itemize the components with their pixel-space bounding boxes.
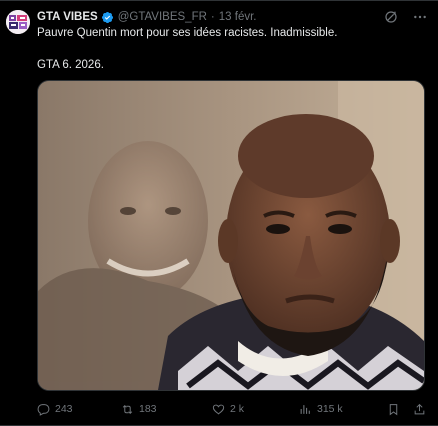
- tweet-text-line-1: Pauvre Quentin mort pour ses idées racis…: [37, 27, 338, 39]
- avatar[interactable]: [6, 10, 30, 34]
- reply-icon: [37, 403, 50, 416]
- share-icon: [414, 403, 425, 414]
- views-chart-icon: [300, 404, 310, 414]
- tweet[interactable]: GTA VIBES @GTAVIBES_FR · 13 févr. Pauvre…: [0, 0, 438, 426]
- separator-dot: ·: [210, 11, 215, 23]
- tweet-text: Pauvre Quentin mort pour ses idées racis…: [37, 25, 417, 73]
- gta-vibes-logo-icon: [6, 10, 30, 34]
- like-button[interactable]: 2 k: [212, 403, 244, 416]
- like-count: 2 k: [230, 403, 245, 415]
- tweet-media-image[interactable]: [37, 80, 425, 391]
- bookmark-icon: [389, 403, 398, 415]
- tweet-top-actions: [383, 9, 428, 25]
- author-handle[interactable]: @GTAVIBES_FR: [118, 8, 207, 26]
- verified-badge-icon: [101, 11, 113, 23]
- tweet-date[interactable]: 13 févr.: [219, 8, 257, 26]
- reply-count: 243: [55, 403, 73, 415]
- retweet-count: 183: [139, 403, 157, 415]
- author-name[interactable]: GTA VIBES: [37, 8, 98, 26]
- retweet-icon: [122, 404, 133, 414]
- tweet-actions: 243 183 2 k 315 k: [37, 399, 431, 419]
- grok-icon[interactable]: [383, 9, 399, 25]
- views-count: 315 k: [317, 403, 343, 415]
- more-options-icon[interactable]: [412, 9, 428, 25]
- photo-of-man-icon: [38, 81, 424, 390]
- tweet-text-line-2: GTA 6. 2026.: [37, 59, 104, 71]
- share-button[interactable]: [413, 403, 426, 416]
- bookmark-button[interactable]: [387, 403, 400, 416]
- tweet-header: GTA VIBES @GTAVIBES_FR · 13 févr.: [37, 8, 256, 26]
- heart-icon: [212, 404, 225, 414]
- views-button[interactable]: 315 k: [299, 403, 343, 416]
- retweet-button[interactable]: 183: [121, 403, 157, 416]
- reply-button[interactable]: 243: [37, 403, 73, 416]
